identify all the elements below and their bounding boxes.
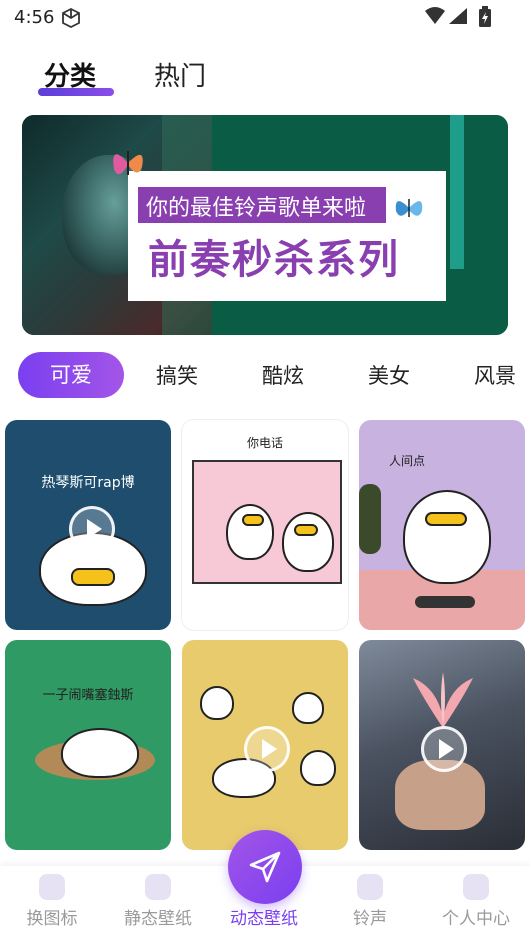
- live-wallpaper-fab[interactable]: [228, 830, 302, 904]
- play-icon[interactable]: [421, 726, 467, 772]
- duck-beak: [242, 514, 264, 526]
- wallpaper-card[interactable]: 一子闹嘴塞鉵斯: [5, 640, 171, 850]
- duck-illustration: [282, 512, 334, 572]
- status-time: 4:56: [14, 7, 55, 28]
- status-bar: 4:56: [0, 0, 530, 36]
- duck-illustration: [403, 490, 491, 584]
- category-funny[interactable]: 搞笑: [156, 360, 198, 390]
- wallpaper-caption: 一子闹嘴塞鉵斯: [42, 688, 134, 703]
- wallpaper-card[interactable]: [182, 640, 348, 850]
- wallpaper-card[interactable]: [359, 640, 525, 850]
- butterfly-icon: [113, 151, 143, 175]
- nav-live-wallpaper[interactable]: 动态壁纸: [214, 904, 314, 929]
- duck-illustration: [292, 692, 324, 724]
- nav-label: 个人中心: [442, 909, 510, 929]
- play-icon[interactable]: [69, 506, 115, 552]
- nav-label: 换图标: [26, 909, 78, 929]
- top-tabs: 分类 热门: [0, 52, 530, 100]
- nav-label: 动态壁纸: [230, 909, 298, 929]
- tab-hot[interactable]: 热门: [154, 56, 206, 93]
- promo-banner[interactable]: 你的最佳铃声歌单来啦 前奏秒杀系列 Prelude series: [22, 115, 508, 335]
- duck-illustration: [300, 750, 336, 786]
- wallpaper-card[interactable]: 热琴斯可rap博: [5, 420, 171, 630]
- nav-change-icon[interactable]: 换图标: [2, 874, 102, 929]
- duck-beak: [71, 568, 115, 586]
- signal-icon: [449, 8, 467, 24]
- wallpaper-caption: 你电话: [246, 436, 283, 450]
- cactus-plant: [359, 484, 381, 554]
- wallpaper-caption: 人间点: [389, 454, 426, 468]
- play-icon[interactable]: [244, 726, 290, 772]
- category-cute[interactable]: 可爱: [18, 352, 124, 398]
- nav-static-wallpaper[interactable]: 静态壁纸: [108, 874, 208, 929]
- category-cool[interactable]: 酷炫: [262, 360, 304, 390]
- nav-profile[interactable]: 个人中心: [426, 874, 526, 929]
- active-tab-underline: [38, 88, 114, 96]
- duck-illustration: [226, 504, 274, 560]
- wallpaper-card[interactable]: 你电话: [182, 420, 348, 630]
- send-icon: [249, 851, 281, 883]
- bell-icon: [357, 874, 383, 900]
- banner-headline: 前奏秒杀系列: [148, 237, 400, 283]
- category-bar: 可爱 搞笑 酷炫 美女 风景: [0, 352, 530, 398]
- nav-ringtone[interactable]: 铃声: [320, 874, 420, 929]
- cube-icon: [62, 7, 80, 29]
- wifi-icon: [425, 7, 445, 24]
- dumbbell: [415, 596, 475, 608]
- duck-beak: [294, 524, 318, 536]
- duck-beak: [425, 512, 467, 526]
- butterfly-icon: [395, 199, 423, 217]
- category-scenery[interactable]: 风景: [474, 360, 516, 390]
- nav-label: 铃声: [353, 909, 387, 929]
- wallpaper-caption: 热琴斯可rap博: [41, 475, 135, 491]
- nav-label: 静态壁纸: [124, 909, 192, 929]
- user-icon: [463, 874, 489, 900]
- banner-chip-text: 你的最佳铃声歌单来啦: [146, 196, 367, 221]
- battery-icon: [479, 6, 491, 27]
- category-beauty[interactable]: 美女: [368, 360, 410, 390]
- banner-side-bar: [450, 115, 464, 269]
- duck-illustration: [61, 728, 139, 778]
- image-icon: [145, 874, 171, 900]
- duck-illustration: [200, 686, 234, 720]
- icon-change-icon: [39, 874, 65, 900]
- wallpaper-card[interactable]: 人间点: [359, 420, 525, 630]
